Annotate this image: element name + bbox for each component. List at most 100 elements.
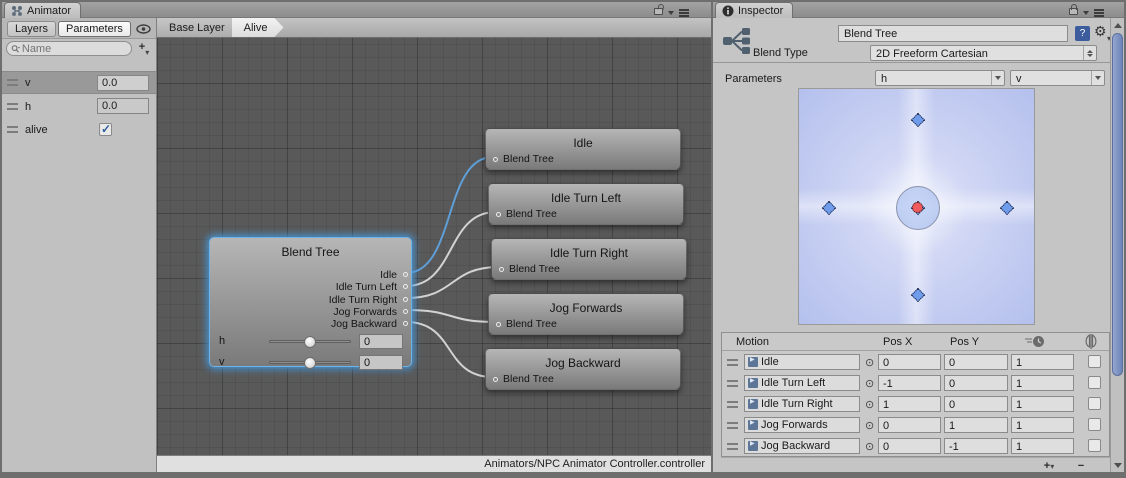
pos-y-field[interactable]: -1 [944,438,1008,454]
scroll-up-icon[interactable] [1111,18,1124,32]
breadcrumb-item-alive[interactable]: Alive [232,18,284,37]
blend-tree-node[interactable]: Blend Tree Idle Idle Turn Left Idle Turn… [209,237,412,367]
speed-field[interactable]: 1 [1011,375,1074,391]
panel-menu-icon[interactable] [679,12,689,14]
slider-handle[interactable] [304,336,316,348]
blend-point[interactable] [822,201,836,215]
object-picker-icon[interactable] [865,377,874,390]
drag-handle-icon[interactable] [7,79,18,86]
speed-field[interactable]: 1 [1011,396,1074,412]
motion-row[interactable]: Idle Turn Left -1 0 1 [722,373,1109,394]
mirror-checkbox[interactable] [1088,397,1101,410]
motion-row[interactable]: Idle Turn Right 1 0 1 [722,394,1109,415]
pos-y-field[interactable]: 0 [944,375,1008,391]
chevron-down-icon[interactable] [668,11,674,15]
parameter-checkbox[interactable] [99,123,112,136]
scrollbar-thumb[interactable] [1112,33,1123,376]
motion-object-field[interactable]: Idle Turn Right [744,396,860,412]
slider-track[interactable] [269,340,351,343]
drag-handle-icon[interactable] [727,401,738,408]
parameter-y-dropdown[interactable]: v [1010,70,1105,86]
visibility-icon[interactable] [136,24,151,34]
mirror-checkbox[interactable] [1088,355,1101,368]
output-port-icon[interactable] [403,284,408,289]
transition-curve[interactable] [406,267,499,298]
slider-value-field[interactable]: 0 [359,334,403,349]
slider-handle[interactable] [304,357,316,369]
drag-handle-icon[interactable] [7,103,18,110]
mirror-checkbox[interactable] [1088,418,1101,431]
breadcrumb-item-base-layer[interactable]: Base Layer [157,18,241,37]
speed-field[interactable]: 1 [1011,417,1074,433]
input-port-icon[interactable] [496,212,501,217]
motion-node-idle[interactable]: Idle Blend Tree [485,128,681,170]
output-port-icon[interactable] [403,321,408,326]
motion-row[interactable]: Idle 0 0 1 [722,352,1109,373]
motion-object-field[interactable]: Idle Turn Left [744,375,860,391]
lock-icon[interactable] [654,8,663,15]
pos-x-field[interactable]: -1 [878,375,941,391]
animator-graph-canvas[interactable]: Blend Tree Idle Idle Turn Left Idle Turn… [157,18,711,472]
motion-node-idle-turn-left[interactable]: Idle Turn Left Blend Tree [488,183,684,225]
add-motion-button[interactable]: +▾ [1036,460,1062,474]
pos-y-field[interactable]: 0 [944,354,1008,370]
gear-icon[interactable] [1094,23,1107,40]
tab-parameters[interactable]: Parameters [58,21,131,37]
blend-space-visualizer[interactable] [798,88,1035,325]
blend-type-dropdown[interactable]: 2D Freeform Cartesian [870,45,1097,61]
inspector-scrollbar[interactable] [1110,18,1124,472]
motion-node-jog-backward[interactable]: Jog Backward Blend Tree [485,348,681,390]
pos-x-field[interactable]: 0 [878,438,941,454]
motion-object-field[interactable]: Idle [744,354,860,370]
pos-x-field[interactable]: 0 [878,354,941,370]
transition-curve[interactable] [406,157,493,273]
blend-tree-name-field[interactable]: Blend Tree [838,25,1068,42]
panel-menu-icon[interactable] [1094,12,1104,14]
drag-handle-icon[interactable] [727,443,738,450]
transition-curve[interactable] [406,322,493,377]
tab-layers[interactable]: Layers [7,21,56,37]
speed-field[interactable]: 1 [1011,438,1074,454]
slider-track[interactable] [269,361,351,364]
tab-inspector[interactable]: Inspector [715,2,793,18]
drag-handle-icon[interactable] [7,126,18,133]
object-picker-icon[interactable] [865,398,874,411]
output-port-icon[interactable] [403,309,408,314]
motion-object-field[interactable]: Jog Backward [744,438,860,454]
pos-y-field[interactable]: 0 [944,396,1008,412]
transition-curve[interactable] [406,310,496,322]
parameter-row-alive[interactable]: alive [2,118,156,141]
object-picker-icon[interactable] [865,356,874,369]
input-port-icon[interactable] [493,377,498,382]
scroll-down-icon[interactable] [1111,458,1124,472]
parameter-row-h[interactable]: h 0.0 [2,95,156,118]
parameter-value-field[interactable]: 0.0 [97,98,149,114]
drag-handle-icon[interactable] [727,422,738,429]
parameter-position-handle[interactable] [912,202,923,213]
object-picker-icon[interactable] [865,440,874,453]
pos-x-field[interactable]: 0 [878,417,941,433]
transition-curve[interactable] [406,212,496,286]
mirror-checkbox[interactable] [1088,439,1101,452]
object-picker-icon[interactable] [865,419,874,432]
lock-icon[interactable] [1069,8,1078,15]
parameter-value-field[interactable]: 0.0 [97,75,149,91]
drag-handle-icon[interactable] [727,359,738,366]
pos-x-field[interactable]: 1 [878,396,941,412]
tab-animator[interactable]: Animator [4,2,81,18]
blend-point[interactable] [1000,201,1014,215]
mirror-checkbox[interactable] [1088,376,1101,389]
add-parameter-button[interactable]: +▾ [136,41,152,56]
motion-node-idle-turn-right[interactable]: Idle Turn Right Blend Tree [491,238,687,280]
output-port-icon[interactable] [403,272,408,277]
search-field[interactable] [6,41,132,56]
input-port-icon[interactable] [496,322,501,327]
help-icon[interactable] [1075,26,1090,41]
parameter-row-v[interactable]: v 0.0 [2,71,156,94]
output-port-icon[interactable] [403,297,408,302]
motion-node-jog-forwards[interactable]: Jog Forwards Blend Tree [488,293,684,335]
speed-field[interactable]: 1 [1011,354,1074,370]
blend-point[interactable] [911,113,925,127]
chevron-down-icon[interactable] [1083,11,1089,15]
search-input[interactable] [22,43,127,55]
